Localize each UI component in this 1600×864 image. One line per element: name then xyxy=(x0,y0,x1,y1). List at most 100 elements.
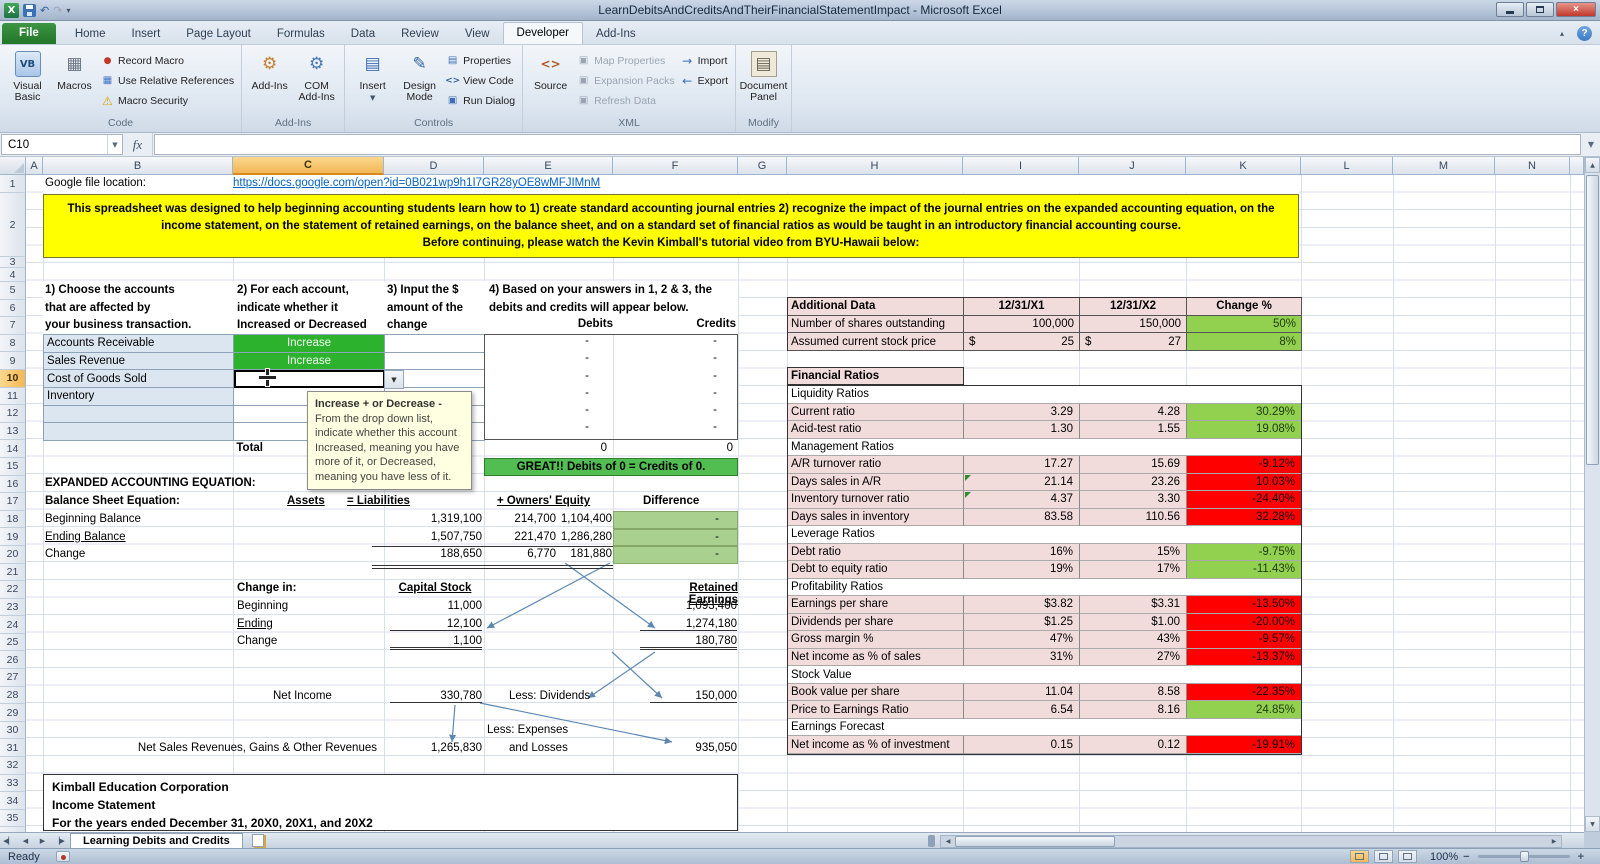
credit-cell[interactable]: - xyxy=(613,352,737,369)
ribbon-tab[interactable]: Formulas xyxy=(264,24,338,44)
row-label[interactable]: Assumed current stock price xyxy=(788,333,964,351)
prev-sheet-icon[interactable]: ◀ xyxy=(17,834,34,848)
ribbon-tab[interactable]: Data xyxy=(338,24,388,44)
row-header[interactable]: 11 xyxy=(0,388,26,406)
column-header[interactable]: I xyxy=(963,157,1079,175)
ratio-label[interactable]: Inventory turnover ratio xyxy=(788,491,964,509)
ratio-label[interactable]: Price to Earnings Ratio xyxy=(788,701,964,719)
horizontal-scrollbar[interactable]: ◀ ▶ xyxy=(940,835,1562,848)
minimize-button[interactable] xyxy=(1496,2,1524,17)
ratio-value-x1[interactable]: 19% xyxy=(964,561,1080,579)
ratio-label[interactable]: Earnings per share xyxy=(788,596,964,614)
formula-input[interactable] xyxy=(154,134,1581,155)
vertical-scrollbar[interactable]: ▲ ▼ xyxy=(1584,157,1600,832)
maximize-button[interactable] xyxy=(1526,2,1554,17)
qat-dropdown-icon[interactable]: ▾ xyxy=(66,3,70,18)
ratio-value-x1[interactable]: 17.27 xyxy=(964,456,1080,474)
row-header[interactable]: 10 xyxy=(0,370,26,388)
ratio-label[interactable]: Management Ratios xyxy=(788,439,1301,457)
increase-decrease-cell[interactable]: Increase ▼ xyxy=(234,353,385,371)
help-icon[interactable]: ? xyxy=(1577,26,1592,41)
excel-app-icon[interactable] xyxy=(4,3,19,18)
ratio-value-x1[interactable]: $1.25 xyxy=(964,614,1080,632)
column-header[interactable]: A xyxy=(26,157,43,175)
increase-decrease-cell[interactable]: ▼ xyxy=(234,370,385,388)
ratio-label[interactable]: Book value per share xyxy=(788,684,964,702)
debit-cell[interactable]: - xyxy=(485,370,613,387)
row-header[interactable]: 3 xyxy=(0,257,26,268)
macro-record-icon[interactable] xyxy=(56,851,70,862)
column-header[interactable]: E xyxy=(484,157,613,175)
row-header[interactable]: 8 xyxy=(0,335,26,353)
insert-function-button[interactable]: fx xyxy=(123,133,153,156)
column-header[interactable]: G xyxy=(738,157,787,175)
column-header[interactable] xyxy=(1570,157,1584,175)
change-cell[interactable]: 8% xyxy=(1187,333,1302,351)
sheet-tab-active[interactable]: Learning Debits and Credits xyxy=(70,833,243,848)
credit-cell[interactable]: - xyxy=(613,387,737,404)
ratio-value-x1[interactable]: 4.37 xyxy=(964,491,1080,509)
credit-cell[interactable]: - xyxy=(613,404,737,421)
column-header[interactable]: J xyxy=(1079,157,1186,175)
row-header[interactable]: 27 xyxy=(0,669,26,687)
ratio-change-cell[interactable]: 19.08% xyxy=(1187,421,1301,439)
ratio-label[interactable]: Debt ratio xyxy=(788,544,964,562)
ribbon-tab[interactable]: Add-Ins xyxy=(583,24,649,44)
row-header[interactable]: 5 xyxy=(0,282,26,300)
use-relative-references-button[interactable]: Use Relative References xyxy=(101,73,234,88)
save-icon[interactable] xyxy=(23,4,36,17)
row-header[interactable]: 16 xyxy=(0,476,26,494)
ratio-change-cell[interactable]: -9.12% xyxy=(1187,456,1301,474)
close-button[interactable]: × xyxy=(1556,2,1596,17)
macros-button[interactable]: Macros xyxy=(51,47,98,117)
minimize-ribbon-icon[interactable]: ▴ xyxy=(1552,25,1572,41)
account-name-cell[interactable]: Sales Revenue xyxy=(44,353,234,371)
ratio-value-x1[interactable]: 11.04 xyxy=(964,684,1080,702)
row-header[interactable]: 13 xyxy=(0,423,26,441)
column-header[interactable]: K xyxy=(1186,157,1301,175)
row-header[interactable]: 6 xyxy=(0,300,26,318)
row-label[interactable]: Number of shares outstanding xyxy=(788,316,964,334)
import-button[interactable]: Import xyxy=(681,53,728,68)
insert-control-button[interactable]: Insert ▼ xyxy=(349,47,396,117)
column-header[interactable]: F xyxy=(613,157,738,175)
ratio-value-x1[interactable]: 3.29 xyxy=(964,404,1080,422)
debit-cell[interactable]: - xyxy=(485,387,613,404)
ratio-value-x1[interactable]: 47% xyxy=(964,631,1080,649)
ratio-value-x2[interactable]: 3.30 xyxy=(1080,491,1187,509)
design-mode-button[interactable]: Design Mode xyxy=(396,47,443,117)
row-header[interactable]: 20 xyxy=(0,546,26,564)
document-panel-button[interactable]: Document Panel xyxy=(740,47,787,117)
ratio-value-x2[interactable]: 8.16 xyxy=(1080,701,1187,719)
ratio-value-x2[interactable]: $1.00 xyxy=(1080,614,1187,632)
ratio-change-cell[interactable]: 30.29% xyxy=(1187,404,1301,422)
page-break-view-icon[interactable] xyxy=(1398,850,1417,863)
ratio-change-cell[interactable]: -9.57% xyxy=(1187,631,1301,649)
row-header[interactable]: 24 xyxy=(0,616,26,634)
row-header[interactable]: 28 xyxy=(0,687,26,705)
export-button[interactable]: Export xyxy=(681,73,728,88)
value-x2[interactable]: 150,000 xyxy=(1080,316,1187,334)
ratio-label[interactable]: Stock Value xyxy=(788,666,1301,684)
row-header[interactable]: 7 xyxy=(0,317,26,335)
undo-icon[interactable]: ↶ xyxy=(40,3,49,18)
page-layout-view-icon[interactable] xyxy=(1374,850,1393,863)
normal-view-icon[interactable] xyxy=(1350,850,1369,863)
column-header[interactable]: B xyxy=(43,157,233,175)
row-header[interactable]: 12 xyxy=(0,405,26,423)
select-all-corner[interactable] xyxy=(0,157,26,175)
ratio-value-x1[interactable]: 6.54 xyxy=(964,701,1080,719)
row-header[interactable]: 9 xyxy=(0,352,26,370)
ratio-change-cell[interactable]: -13.37% xyxy=(1187,649,1301,667)
row-header[interactable]: 25 xyxy=(0,634,26,652)
credit-cell[interactable]: - xyxy=(613,370,737,387)
ratio-value-x2[interactable]: 4.28 xyxy=(1080,404,1187,422)
change-cell[interactable]: 50% xyxy=(1187,316,1302,334)
debit-cell[interactable]: - xyxy=(485,352,613,369)
ratio-value-x1[interactable]: 31% xyxy=(964,649,1080,667)
account-name-cell[interactable]: Cost of Goods Sold xyxy=(44,370,234,388)
amount-cell[interactable] xyxy=(385,335,485,353)
ratio-change-cell[interactable]: 32.28% xyxy=(1187,509,1301,527)
row-header[interactable]: 26 xyxy=(0,651,26,669)
ratio-label[interactable]: Dividends per share xyxy=(788,614,964,632)
